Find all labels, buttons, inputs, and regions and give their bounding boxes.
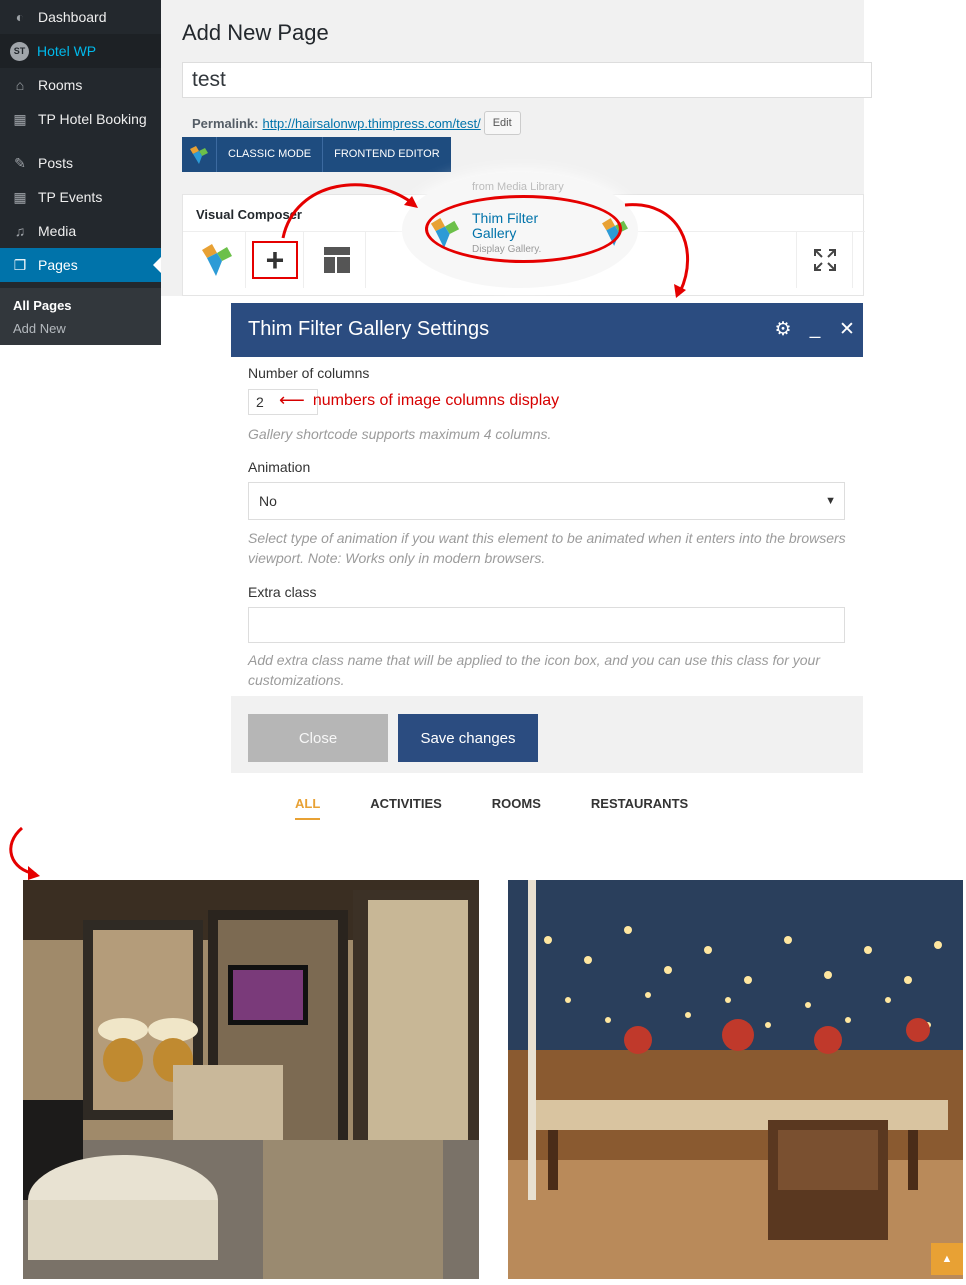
sidebar-item-media[interactable]: ♫ Media: [0, 214, 161, 248]
sidebar-item-tp-events[interactable]: ▦ TP Events: [0, 180, 161, 214]
vc-logo-icon: [182, 137, 217, 172]
submenu-all-pages[interactable]: All Pages: [0, 294, 161, 317]
close-button[interactable]: Close: [248, 714, 388, 762]
sidebar-item-posts[interactable]: ✎ Posts: [0, 146, 161, 180]
vc-mode-bar: CLASSIC MODE FRONTEND EDITOR: [182, 137, 451, 172]
animation-label: Animation: [248, 459, 311, 475]
sidebar-item-rooms[interactable]: ⌂ Rooms: [0, 68, 161, 102]
extra-class-hint: Add extra class name that will be applie…: [248, 652, 820, 688]
filter-rooms[interactable]: ROOMS: [492, 796, 541, 820]
page-title: Add New Page: [182, 20, 329, 45]
pages-submenu: All Pages Add New: [0, 288, 161, 345]
sidebar-item-pages[interactable]: ❐ Pages: [0, 248, 161, 282]
arrow-left-icon: ⟵: [279, 390, 305, 410]
pages-icon: ❐: [13, 256, 27, 273]
sidebar-item-label: Pages: [38, 257, 78, 273]
thimpress-logo-icon: ST: [10, 41, 29, 61]
dashboard-icon: ◐: [15, 9, 25, 25]
settings-modal-header: Thim Filter Gallery Settings ⚙ _ ✕: [231, 303, 863, 357]
element-popup: from Media Library Thim Filter Gallery D…: [402, 172, 638, 288]
close-icon[interactable]: ✕: [837, 317, 857, 341]
highlight-circle: [425, 195, 622, 263]
home-icon: ⌂: [15, 77, 25, 93]
sidebar-item-label: Dashboard: [38, 9, 107, 25]
plus-icon: +: [252, 241, 298, 279]
permalink-link[interactable]: http://hairsalonwp.thimpress.com/test/: [262, 116, 480, 131]
columns-annotation: ⟵ numbers of image columns display: [279, 390, 560, 410]
gallery-image-hotel-room[interactable]: [23, 880, 479, 1279]
sidebar-item-dashboard[interactable]: ◐ Dashboard: [0, 0, 161, 34]
media-icon: ♫: [14, 223, 26, 239]
settings-modal-footer: Close Save changes: [231, 696, 863, 773]
minimize-icon[interactable]: _: [805, 317, 825, 341]
gear-icon[interactable]: ⚙: [773, 317, 793, 341]
add-element-button[interactable]: +: [247, 232, 304, 288]
columns-hint: Gallery shortcode supports maximum 4 col…: [248, 426, 552, 442]
sidebar-item-label: TP Hotel Booking: [38, 111, 147, 127]
template-layout-icon[interactable]: [309, 232, 366, 288]
gallery-image-restaurant[interactable]: [508, 880, 963, 1279]
animation-hint: Select type of animation if you want thi…: [248, 530, 846, 566]
edit-permalink-button[interactable]: Edit: [483, 111, 521, 135]
columns-label: Number of columns: [248, 365, 370, 381]
frontend-editor-button[interactable]: FRONTEND EDITOR: [323, 137, 451, 172]
classic-mode-button[interactable]: CLASSIC MODE: [217, 137, 324, 172]
title-input[interactable]: test: [182, 62, 872, 98]
animation-select[interactable]: No ▼: [248, 482, 845, 520]
scroll-to-top-button[interactable]: ▲: [931, 1243, 963, 1275]
calendar-icon: ▦: [13, 110, 27, 127]
sidebar-item-label: Posts: [38, 155, 74, 171]
chevron-down-icon: ▼: [825, 495, 836, 507]
fullscreen-icon[interactable]: [796, 232, 853, 288]
sidebar-item-hotel-wp[interactable]: ST Hotel WP: [0, 34, 161, 68]
admin-sidebar: ◐ Dashboard ST Hotel WP ⌂ Rooms ▦ TP Hot…: [0, 0, 161, 345]
filter-all[interactable]: ALL: [295, 796, 321, 820]
gallery-filters: ALL ACTIVITIES ROOMS RESTAURANTS: [295, 796, 738, 820]
filter-activities[interactable]: ACTIVITIES: [370, 796, 442, 820]
settings-modal-body: Number of columns 2 ⟵ numbers of image c…: [231, 357, 863, 696]
sidebar-item-label: Rooms: [38, 77, 83, 93]
extra-class-label: Extra class: [248, 584, 317, 600]
save-changes-button[interactable]: Save changes: [398, 714, 538, 762]
filter-restaurants[interactable]: RESTAURANTS: [591, 796, 688, 820]
permalink: Permalink: http://hairsalonwp.thimpress.…: [192, 111, 521, 135]
sidebar-item-tp-hotel-booking[interactable]: ▦ TP Hotel Booking: [0, 102, 161, 136]
calendar-icon: ▦: [13, 188, 27, 205]
sidebar-item-label: Media: [38, 223, 77, 239]
settings-modal-title: Thim Filter Gallery Settings: [248, 318, 490, 340]
vc-logo-tool-icon[interactable]: [189, 232, 246, 288]
sidebar-item-label: TP Events: [38, 189, 103, 205]
permalink-label: Permalink:: [192, 115, 259, 131]
sidebar-item-label: Hotel WP: [37, 43, 97, 59]
submenu-add-new[interactable]: Add New: [0, 317, 161, 340]
vc-panel-title: Visual Composer: [196, 207, 302, 222]
modal-actions: ⚙ _ ✕: [773, 317, 857, 341]
popup-faded-text: from Media Library: [472, 181, 564, 193]
pin-icon: ✎: [14, 154, 26, 171]
extra-class-input[interactable]: [248, 607, 845, 643]
